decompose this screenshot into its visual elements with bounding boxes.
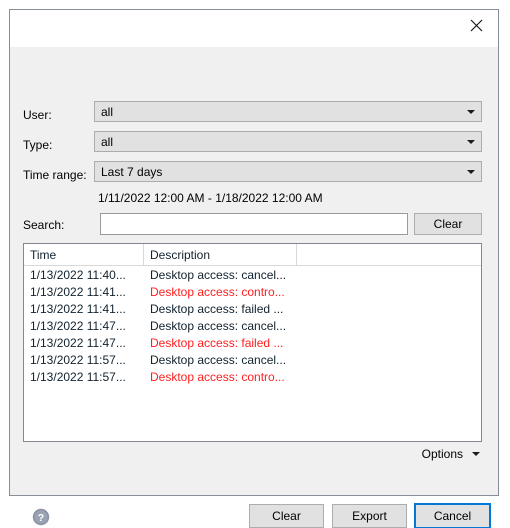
dialog-titlebar xyxy=(10,10,498,47)
event-log-table[interactable]: Time Description 1/13/2022 11:40... Deskt… xyxy=(23,243,482,442)
cell-time: 1/13/2022 11:41... xyxy=(30,284,126,299)
cell-time: 1/13/2022 11:57... xyxy=(30,369,126,384)
type-label: Type: xyxy=(23,138,53,152)
column-header-time[interactable]: Time xyxy=(24,244,144,265)
cell-time: 1/13/2022 11:47... xyxy=(30,318,126,333)
table-body: 1/13/2022 11:40... Desktop access: cancel… xyxy=(24,266,481,385)
clear-button[interactable]: Clear xyxy=(249,504,324,528)
chevron-down-icon xyxy=(461,139,481,144)
user-select[interactable]: all xyxy=(94,101,482,122)
table-header-row: Time Description xyxy=(24,244,481,266)
time-range-select[interactable]: Last 7 days xyxy=(94,161,482,182)
type-select-value: all xyxy=(101,134,114,149)
cell-description: Desktop access: cancel... xyxy=(150,267,287,282)
column-header-description[interactable]: Description xyxy=(144,244,297,265)
cell-description: Desktop access: failed ... xyxy=(150,301,284,316)
table-row[interactable]: 1/13/2022 11:57... Desktop access: contro… xyxy=(24,368,481,385)
cell-description: Desktop access: contro... xyxy=(150,369,285,384)
table-row[interactable]: 1/13/2022 11:41... Desktop access: contro… xyxy=(24,283,481,300)
time-range-select-value: Last 7 days xyxy=(101,164,163,179)
svg-text:?: ? xyxy=(38,512,44,524)
dialog-body: User: all Type: all Time range: Last 7 d… xyxy=(10,47,498,528)
cell-description: Desktop access: contro... xyxy=(150,284,285,299)
cell-time: 1/13/2022 11:57... xyxy=(30,352,126,367)
options-label: Options xyxy=(421,447,463,461)
table-row[interactable]: 1/13/2022 11:57... Desktop access: cancel… xyxy=(24,351,481,368)
table-row[interactable]: 1/13/2022 11:41... Desktop access: failed… xyxy=(24,300,481,317)
search-label: Search: xyxy=(23,218,65,232)
search-input[interactable] xyxy=(100,213,408,235)
search-clear-button[interactable]: Clear xyxy=(414,213,482,235)
time-range-label: Time range: xyxy=(23,168,87,182)
chevron-down-icon xyxy=(472,452,480,456)
cell-description: Desktop access: failed ... xyxy=(150,335,284,350)
table-row[interactable]: 1/13/2022 11:47... Desktop access: cancel… xyxy=(24,317,481,334)
column-header-extra[interactable] xyxy=(297,244,480,265)
close-icon[interactable] xyxy=(454,10,498,40)
table-row[interactable]: 1/13/2022 11:40... Desktop access: cancel… xyxy=(24,266,481,283)
chevron-down-icon xyxy=(461,169,481,174)
cell-description: Desktop access: cancel... xyxy=(150,352,287,367)
cell-description: Desktop access: cancel... xyxy=(150,318,287,333)
cell-time: 1/13/2022 11:47... xyxy=(30,335,126,350)
cell-time: 1/13/2022 11:41... xyxy=(30,301,126,316)
options-button[interactable]: Options xyxy=(422,447,480,461)
user-label: User: xyxy=(23,108,52,122)
user-select-value: all xyxy=(101,104,114,119)
log-dialog: User: all Type: all Time range: Last 7 d… xyxy=(9,9,499,528)
chevron-down-icon xyxy=(461,109,481,114)
date-range-text: 1/11/2022 12:00 AM - 1/18/2022 12:00 AM xyxy=(98,191,323,205)
table-row[interactable]: 1/13/2022 11:47... Desktop access: failed… xyxy=(24,334,481,351)
type-select[interactable]: all xyxy=(94,131,482,152)
cell-time: 1/13/2022 11:40... xyxy=(30,267,126,282)
export-button[interactable]: Export xyxy=(332,504,407,528)
cancel-button[interactable]: Cancel xyxy=(415,504,490,528)
